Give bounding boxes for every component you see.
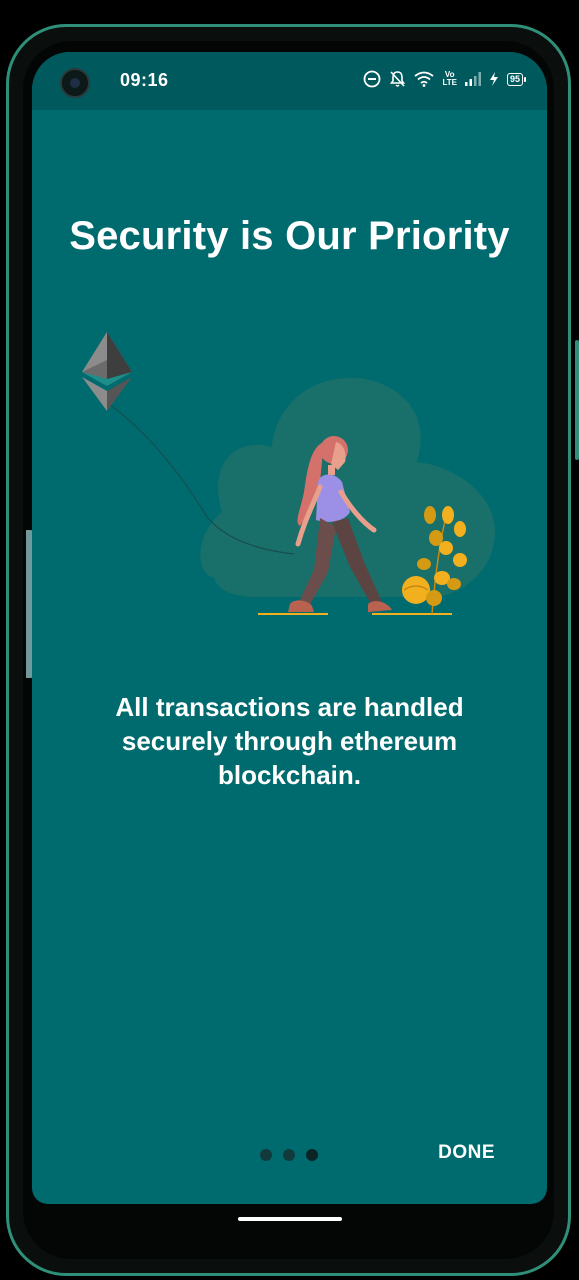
volte-bottom: LTE — [442, 78, 457, 87]
status-time: 09:16 — [120, 70, 169, 90]
screen: 09:16 Vo LTE 95 Security is Our Priority… — [32, 52, 547, 1204]
volte-indicator: Vo LTE — [442, 71, 457, 87]
cloud-blob — [200, 377, 496, 597]
ethereum-logo — [82, 332, 132, 411]
charging-icon — [489, 72, 498, 86]
security-illustration — [82, 332, 496, 616]
mute-icon — [390, 71, 406, 87]
front-camera — [60, 68, 90, 98]
battery-icon: 95 — [506, 72, 527, 86]
home-gesture-bar[interactable] — [238, 1217, 342, 1221]
page-description: All transactions are handled securely th… — [115, 692, 464, 790]
signal-icon — [464, 72, 481, 86]
page-dot-3[interactable] — [306, 1149, 318, 1161]
wifi-icon — [414, 71, 435, 87]
page-dot-1[interactable] — [260, 1149, 272, 1161]
dnd-icon — [364, 70, 381, 88]
page-title: Security is Our Priority — [69, 214, 510, 258]
page-dot-2[interactable] — [283, 1149, 295, 1161]
page-indicator — [260, 1149, 318, 1161]
done-button[interactable]: DONE — [438, 1142, 495, 1164]
status-icons: Vo LTE 95 — [363, 70, 527, 88]
navigation-bar — [32, 1204, 547, 1252]
status-bar: 09:16 Vo LTE 95 — [32, 52, 547, 110]
power-button — [575, 340, 579, 460]
